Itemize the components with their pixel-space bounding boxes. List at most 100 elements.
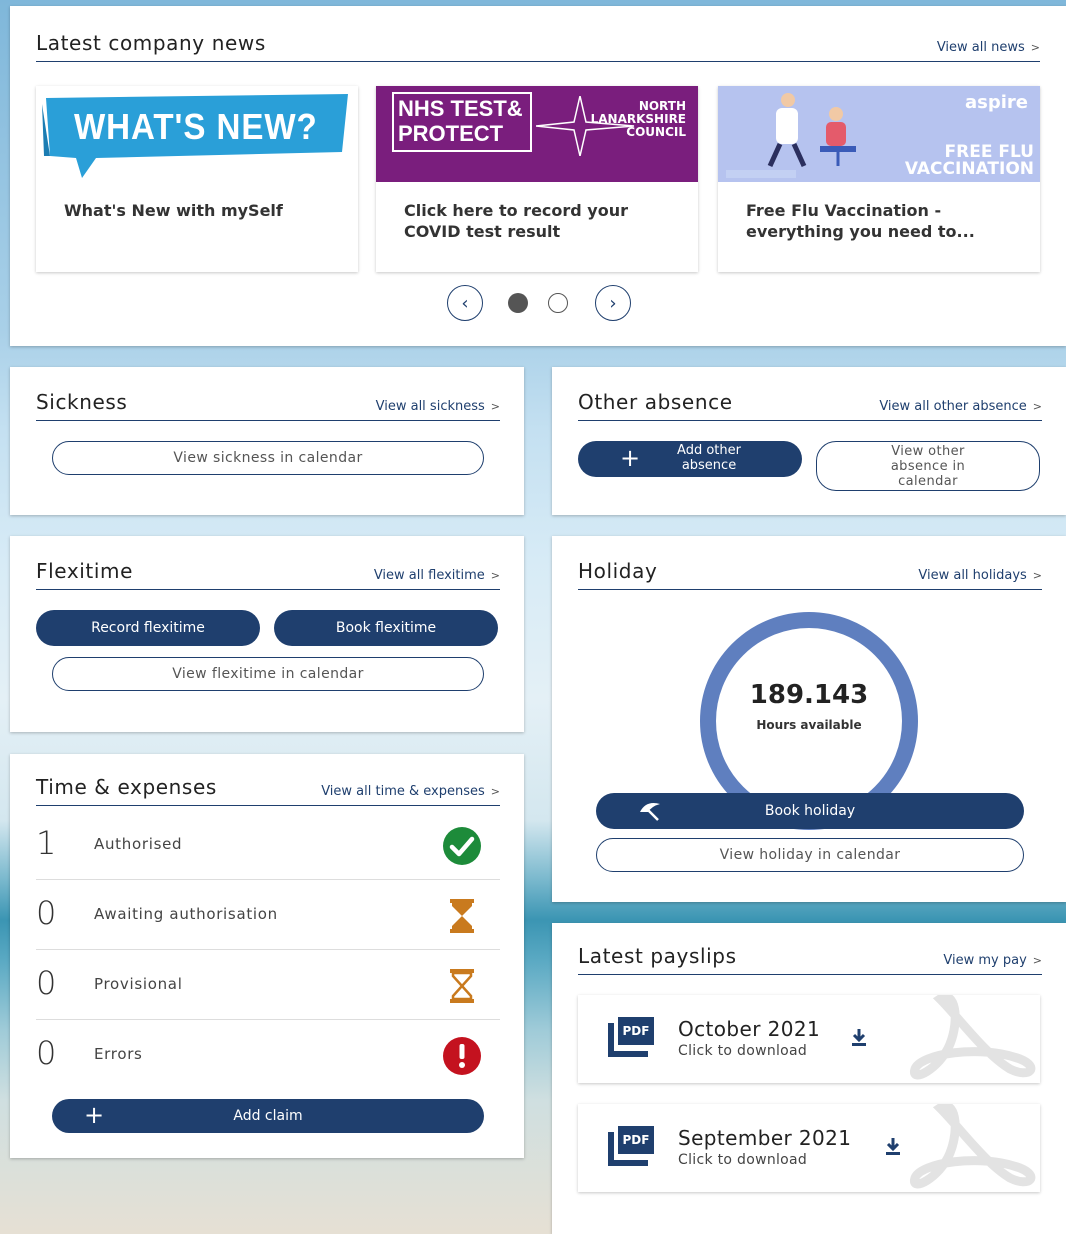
add-claim-button[interactable]: + Add claim	[52, 1099, 484, 1133]
view-all-time-expenses-link[interactable]: View all time & expenses >	[321, 784, 500, 799]
time-expenses-row-authorised[interactable]: 1 Authorised	[36, 810, 500, 880]
flexitime-card: Flexitime View all flexitime > Record fle…	[10, 536, 524, 732]
payslips-header: Latest payslips View my pay >	[578, 939, 1042, 975]
other-absence-card: Other absence View all other absence > + …	[552, 367, 1066, 515]
sickness-title: Sickness	[36, 390, 128, 414]
chevron-right-icon: >	[1032, 954, 1042, 967]
test-protect-text: NHS TEST& PROTECT	[398, 96, 523, 146]
errors-count: 0	[36, 1034, 57, 1072]
news-card: Latest company news View all news > WHAT'…	[10, 6, 1066, 346]
payslip-item[interactable]: PDF September 2021 Click to download	[578, 1104, 1040, 1192]
free-flu-vaccination-text: FREE FLU VACCINATION	[904, 142, 1034, 179]
plus-icon: +	[620, 444, 641, 472]
news-header: Latest company news View all news >	[36, 24, 1040, 62]
carousel-dot-inactive[interactable]	[548, 293, 568, 313]
view-all-sickness-link[interactable]: View all sickness >	[376, 399, 500, 414]
holiday-hours-value: 189.143	[749, 680, 869, 710]
other-absence-title: Other absence	[578, 390, 733, 414]
payslips-card: Latest payslips View my pay > PDF October…	[552, 923, 1066, 1234]
beach-umbrella-icon	[640, 803, 660, 821]
test-protect-banner: NHS TEST& PROTECT NORTH LANARKSHIRE COUN…	[376, 86, 698, 182]
chevron-right-icon: >	[1032, 400, 1042, 413]
chevron-right-icon: >	[490, 569, 500, 582]
view-all-news-label: View all news	[936, 40, 1025, 55]
north-lanarkshire-text: NORTH LANARKSHIRE COUNCIL	[590, 99, 686, 139]
news-caption-3: Free Flu Vaccination - everything you ne…	[746, 201, 975, 241]
chevron-right-icon: ›	[609, 292, 617, 314]
view-all-news-link[interactable]: View all news >	[937, 40, 1040, 55]
time-expenses-card: Time & expenses View all time & expenses…	[10, 754, 524, 1158]
news-caption-2: Click here to record your COVID test res…	[404, 201, 629, 241]
news-title: Latest company news	[36, 31, 266, 55]
view-all-holidays-label: View all holidays	[918, 568, 1027, 583]
hourglass-full-icon	[450, 899, 474, 933]
carousel-prev-button[interactable]: ‹	[447, 285, 483, 321]
flexitime-header: Flexitime View all flexitime >	[36, 552, 500, 590]
add-other-absence-label: Add other absence	[677, 443, 741, 473]
view-all-sickness-label: View all sickness	[375, 399, 485, 414]
awaiting-count: 0	[36, 894, 57, 932]
acrobat-watermark-icon	[910, 1104, 1036, 1189]
provisional-count: 0	[36, 964, 57, 1002]
view-all-other-absence-label: View all other absence	[879, 399, 1027, 414]
time-expenses-title: Time & expenses	[36, 775, 217, 799]
pdf-icon-label: PDF	[618, 1126, 654, 1154]
payslip-item[interactable]: PDF October 2021 Click to download	[578, 995, 1040, 1083]
chevron-right-icon: >	[1032, 569, 1042, 582]
chevron-right-icon: >	[490, 785, 500, 798]
news-tile-flu-vaccination[interactable]: aspire FREE FLU VACCINATION Free Flu Vac…	[718, 86, 1040, 272]
check-circle-icon	[443, 827, 481, 865]
view-all-flexitime-link[interactable]: View all flexitime >	[374, 568, 500, 583]
view-sickness-calendar-button[interactable]: View sickness in calendar	[52, 441, 484, 475]
download-icon[interactable]	[884, 1136, 902, 1156]
awaiting-label: Awaiting authorisation	[94, 905, 278, 923]
plus-icon: +	[84, 1101, 105, 1129]
whats-new-banner: WHAT'S NEW?	[36, 86, 358, 182]
view-other-absence-calendar-button[interactable]: View other absence in calendar	[816, 441, 1040, 491]
flu-vaccination-banner: aspire FREE FLU VACCINATION	[718, 86, 1040, 182]
view-my-pay-label: View my pay	[943, 953, 1027, 968]
view-my-pay-link[interactable]: View my pay >	[943, 953, 1042, 968]
holiday-header: Holiday View all holidays >	[578, 552, 1042, 590]
news-tile-covid-test[interactable]: NHS TEST& PROTECT NORTH LANARKSHIRE COUN…	[376, 86, 698, 272]
add-claim-label: Add claim	[233, 1108, 303, 1124]
holiday-title: Holiday	[578, 559, 658, 583]
errors-label: Errors	[94, 1045, 143, 1063]
view-holiday-calendar-button[interactable]: View holiday in calendar	[596, 838, 1024, 872]
time-expenses-header: Time & expenses View all time & expenses…	[36, 770, 500, 806]
book-holiday-button[interactable]: Book holiday	[596, 793, 1024, 829]
view-all-time-expenses-label: View all time & expenses	[321, 784, 485, 799]
record-flexitime-button[interactable]: Record flexitime	[36, 610, 260, 646]
whats-new-banner-text: WHAT'S NEW?	[74, 106, 318, 147]
provisional-label: Provisional	[94, 975, 183, 993]
view-all-holidays-link[interactable]: View all holidays >	[918, 568, 1042, 583]
aspire-logo-text: aspire	[965, 92, 1028, 113]
sickness-header: Sickness View all sickness >	[36, 383, 500, 421]
download-icon[interactable]	[850, 1027, 868, 1047]
chevron-left-icon: ‹	[461, 292, 469, 314]
authorised-count: 1	[36, 824, 57, 862]
carousel-dot-active[interactable]	[508, 293, 528, 313]
book-holiday-label: Book holiday	[764, 803, 856, 819]
error-circle-icon	[443, 1037, 481, 1075]
acrobat-watermark-icon	[910, 995, 1036, 1080]
hourglass-outline-icon	[450, 969, 474, 1003]
chevron-right-icon: >	[1030, 41, 1040, 54]
pdf-icon-label: PDF	[618, 1017, 654, 1045]
news-tile-whats-new[interactable]: WHAT'S NEW? What's New with mySelf	[36, 86, 358, 272]
time-expenses-row-provisional[interactable]: 0 Provisional	[36, 950, 500, 1020]
time-expenses-row-errors[interactable]: 0 Errors	[36, 1020, 500, 1090]
view-flexitime-calendar-button[interactable]: View flexitime in calendar	[52, 657, 484, 691]
carousel-next-button[interactable]: ›	[595, 285, 631, 321]
book-flexitime-button[interactable]: Book flexitime	[274, 610, 498, 646]
news-caption-1: What's New with mySelf	[64, 201, 283, 220]
holiday-card: Holiday View all holidays > 189.143 Hours…	[552, 536, 1066, 902]
view-all-other-absence-link[interactable]: View all other absence >	[879, 399, 1042, 414]
authorised-label: Authorised	[94, 835, 183, 853]
payslip-download-hint: Click to download	[678, 1043, 808, 1059]
time-expenses-row-awaiting[interactable]: 0 Awaiting authorisation	[36, 880, 500, 950]
sickness-card: Sickness View all sickness > View sicknes…	[10, 367, 524, 515]
payslips-title: Latest payslips	[578, 944, 737, 968]
chevron-right-icon: >	[490, 400, 500, 413]
add-other-absence-button[interactable]: + Add other absence	[578, 441, 802, 477]
